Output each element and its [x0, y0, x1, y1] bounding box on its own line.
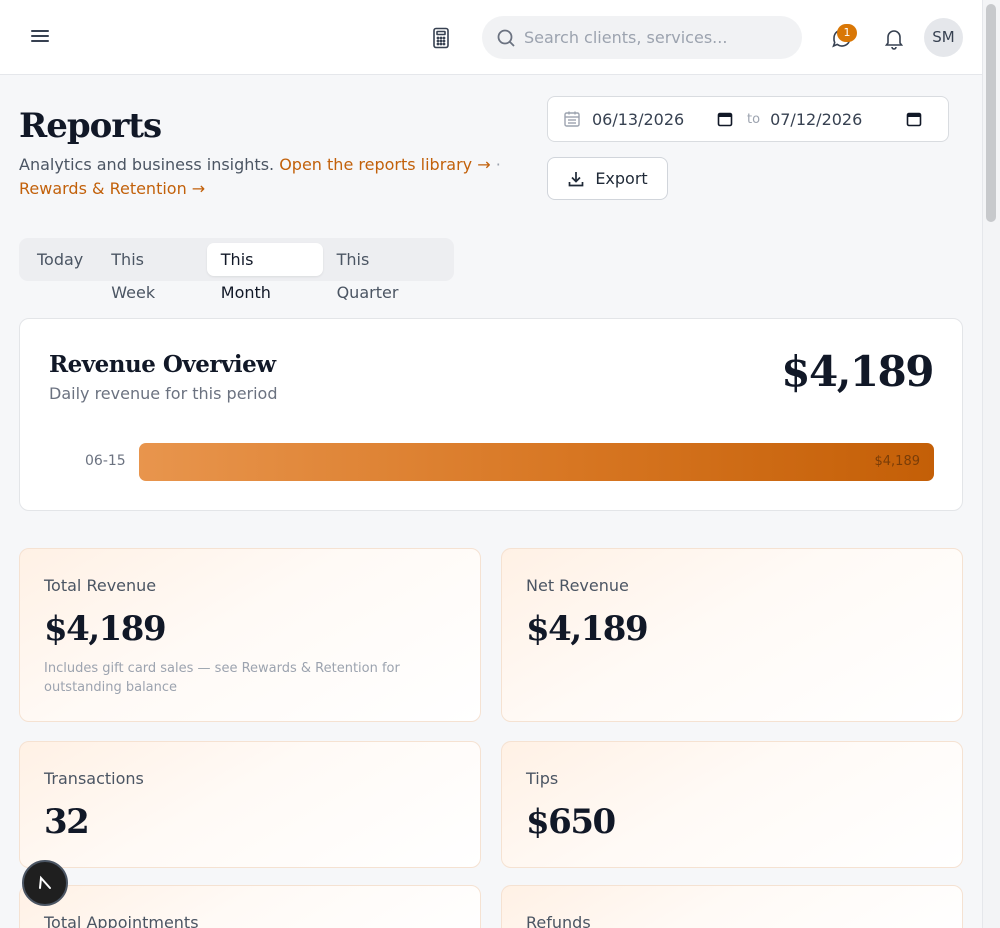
- revenue-overview-subtitle: Daily revenue for this period: [49, 384, 278, 403]
- date-from-value: 06/13/2026: [592, 109, 685, 129]
- floating-assistant-button[interactable]: [22, 860, 68, 906]
- export-button[interactable]: Export: [547, 157, 668, 200]
- subtitle-text: Analytics and business insights.: [19, 155, 275, 174]
- stat-card-net-revenue: Net Revenue $4,189: [501, 548, 963, 722]
- reports-library-link[interactable]: Open the reports library →: [279, 155, 490, 174]
- export-label: Export: [595, 169, 648, 188]
- date-range-picker: 06/13/2026 to 07/12/2026: [547, 96, 949, 142]
- avatar[interactable]: SM: [924, 18, 963, 57]
- stat-label: Total Revenue: [44, 576, 157, 595]
- stat-label: Total Appointments: [44, 913, 199, 928]
- scrollbar-thumb[interactable]: [986, 4, 996, 222]
- stat-card-total-appointments: Total Appointments: [19, 885, 481, 928]
- stat-value: $650: [526, 802, 616, 842]
- tab-this-month[interactable]: This Month: [206, 243, 323, 302]
- date-from-calendar-icon[interactable]: [717, 111, 733, 127]
- stat-card-refunds: Refunds: [501, 885, 963, 928]
- stat-card-total-revenue: Total Revenue $4,189 Includes gift card …: [19, 548, 481, 722]
- tab-this-week[interactable]: This Week: [97, 243, 207, 302]
- page-title: Reports: [19, 106, 162, 146]
- stat-label: Net Revenue: [526, 576, 629, 595]
- date-to-value: 07/12/2026: [770, 109, 863, 129]
- search-input[interactable]: [524, 28, 784, 47]
- download-icon: [568, 171, 584, 186]
- tab-this-quarter[interactable]: This Quarter: [323, 243, 450, 302]
- date-to-field[interactable]: 07/12/2026: [770, 110, 922, 129]
- stat-label: Tips: [526, 769, 559, 788]
- stat-card-tips: Tips $650: [501, 741, 963, 868]
- top-bar: 1 SM: [0, 0, 982, 75]
- stat-value: 32: [44, 802, 90, 842]
- subtitle-separator: ·: [495, 155, 501, 174]
- stat-label: Transactions: [44, 769, 144, 788]
- revenue-overview-title: Revenue Overview: [49, 351, 276, 378]
- rewards-retention-link[interactable]: Rewards & Retention →: [19, 179, 205, 198]
- bell-icon[interactable]: [883, 26, 905, 50]
- message-badge: 1: [837, 24, 857, 42]
- search-icon: [497, 29, 515, 47]
- revenue-overview-total: $4,189: [781, 347, 934, 396]
- calculator-icon[interactable]: [430, 26, 452, 50]
- stat-card-transactions: Transactions 32: [19, 741, 481, 868]
- revenue-bar-value: $4,189: [874, 454, 921, 469]
- stat-value: $4,189: [44, 609, 167, 649]
- arrow-up-left-icon: [39, 875, 51, 889]
- revenue-bar-label: 06-15: [85, 453, 126, 469]
- calendar-icon: [564, 111, 580, 127]
- page-subtitle: Analytics and business insights. Open th…: [19, 153, 519, 201]
- date-from-field[interactable]: 06/13/2026: [581, 110, 733, 129]
- revenue-bar-track: $4,189: [139, 443, 934, 481]
- search-bar: [482, 16, 802, 59]
- stat-label: Refunds: [526, 913, 591, 928]
- revenue-overview-card: Revenue Overview Daily revenue for this …: [19, 318, 963, 511]
- date-range-to-label: to: [747, 111, 761, 127]
- tab-today[interactable]: Today: [23, 243, 97, 276]
- revenue-bar-row: 06-15 $4,189: [49, 443, 934, 481]
- stat-note: Includes gift card sales — see Rewards &…: [44, 661, 400, 695]
- menu-icon[interactable]: [30, 27, 50, 47]
- period-tabs: Today This Week This Month This Quarter: [19, 238, 454, 302]
- revenue-bar[interactable]: $4,189: [139, 443, 934, 481]
- date-to-calendar-icon[interactable]: [906, 111, 922, 127]
- stat-value: $4,189: [526, 609, 649, 649]
